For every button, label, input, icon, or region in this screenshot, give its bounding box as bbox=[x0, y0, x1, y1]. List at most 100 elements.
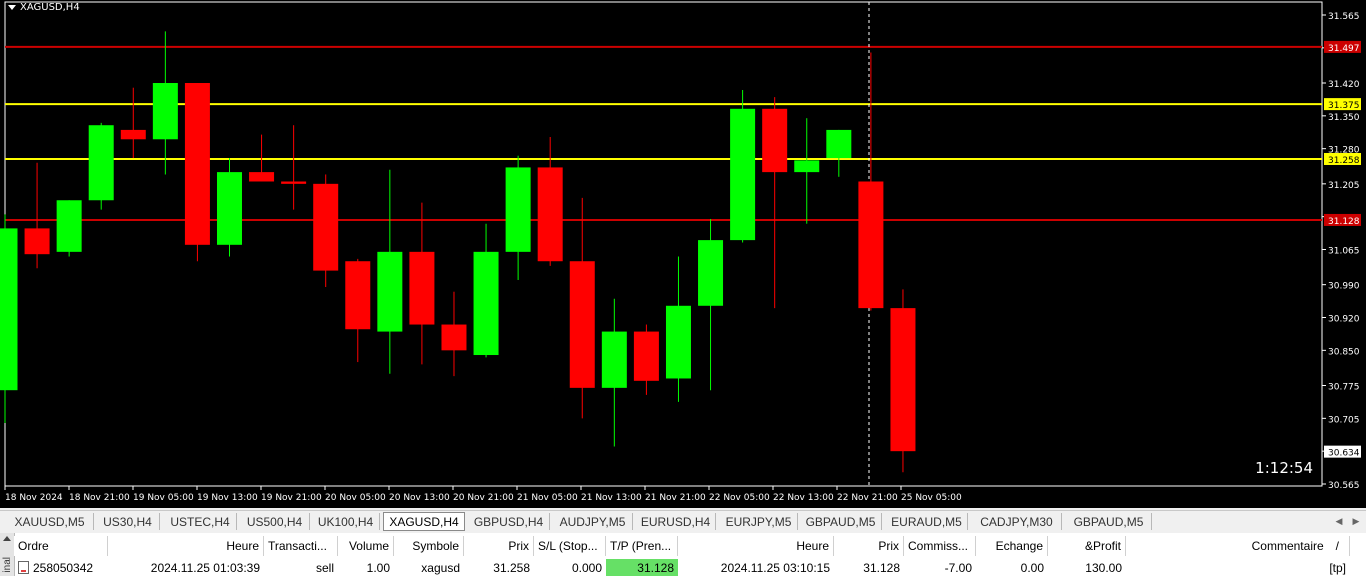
bull-candle-body[interactable] bbox=[826, 129, 852, 159]
terminal-collapse-icon[interactable] bbox=[3, 536, 11, 541]
trade-row-close-price[interactable]: 31.128 bbox=[834, 559, 904, 576]
bear-candle-body[interactable] bbox=[890, 308, 916, 452]
chart-symbol-label: XAGUSD,H4 bbox=[20, 2, 80, 13]
price-tick-label: 30.565 bbox=[1328, 481, 1360, 491]
bull-candle-body[interactable] bbox=[698, 240, 724, 306]
time-tick-label: 22 Nov 21:00 bbox=[837, 493, 898, 503]
trade-row-order[interactable]: 258050342 bbox=[14, 559, 108, 576]
trade-row-tp[interactable]: 31.128 bbox=[606, 559, 678, 576]
time-tick-label: 18 Nov 21:00 bbox=[69, 493, 130, 503]
time-tick-label: 20 Nov 13:00 bbox=[389, 493, 450, 503]
bear-candle-body[interactable] bbox=[537, 167, 563, 262]
trade-row-close-time[interactable]: 2024.11.25 03:10:15 bbox=[678, 559, 834, 576]
bear-candle-body[interactable] bbox=[184, 83, 210, 245]
symbol-tab-gbpusd-h4[interactable]: GBPUSD,H4 bbox=[468, 513, 550, 530]
column-header-symbol[interactable]: Symbole bbox=[394, 536, 464, 556]
bull-candle-body[interactable] bbox=[88, 125, 114, 201]
bull-candle-body[interactable] bbox=[216, 172, 242, 245]
symbol-tab-gbpaud-m5[interactable]: GBPAUD,M5 bbox=[800, 513, 882, 530]
symbol-tab-euraud-m5[interactable]: EURAUD,M5 bbox=[886, 513, 968, 530]
column-header-sl[interactable]: S/L (Stop... bbox=[534, 536, 606, 556]
trade-row-commission[interactable]: -7.00 bbox=[904, 559, 976, 576]
terminal-side-label: inal bbox=[2, 557, 13, 573]
bull-candle-body[interactable] bbox=[56, 200, 82, 252]
bear-candle-body[interactable] bbox=[409, 251, 435, 325]
column-header-open-price[interactable]: Prix bbox=[464, 536, 534, 556]
column-header-tp[interactable]: T/P (Pren... bbox=[606, 536, 678, 556]
time-tick-label: 18 Nov 2024 bbox=[5, 493, 63, 503]
symbol-tab-cadjpy-m30[interactable]: CADJPY,M30 bbox=[972, 513, 1062, 530]
symbol-tab-xagusd-h4[interactable]: XAGUSD,H4 bbox=[383, 512, 465, 531]
bear-candle-body[interactable] bbox=[569, 261, 595, 388]
closed-order-icon bbox=[18, 561, 29, 574]
trade-row-comment[interactable]: [tp] bbox=[1126, 559, 1350, 576]
column-header-profit[interactable]: &Profit bbox=[1048, 536, 1126, 556]
column-header-comment[interactable]: Commentaire / bbox=[1126, 536, 1350, 556]
tab-scroll-right-icon[interactable]: ▶ bbox=[1349, 514, 1363, 528]
trade-row-open-time[interactable]: 2024.11.25 01:03:39 bbox=[108, 559, 264, 576]
time-tick-label: 19 Nov 13:00 bbox=[197, 493, 258, 503]
column-header-order[interactable]: Ordre bbox=[14, 536, 108, 556]
terminal-panel: inal Ordre Heure Transacti... Volume Symbole… bbox=[0, 533, 1366, 576]
cell-value: 0.00 bbox=[1020, 560, 1044, 575]
cell-value: 2024.11.25 01:03:39 bbox=[150, 560, 260, 575]
tab-scroll-left-icon[interactable]: ◀ bbox=[1332, 514, 1346, 528]
trade-row-symbol[interactable]: xagusd bbox=[394, 559, 464, 576]
column-header-commission[interactable]: Commiss... bbox=[904, 536, 976, 556]
bear-candle-body[interactable] bbox=[858, 181, 884, 309]
bull-candle-body[interactable] bbox=[665, 305, 691, 379]
symbol-tab-eurusd-h4[interactable]: EURUSD,H4 bbox=[636, 513, 716, 530]
bull-candle-body[interactable] bbox=[152, 83, 178, 140]
symbol-tab-ustec-h4[interactable]: USTEC,H4 bbox=[164, 513, 237, 530]
bear-candle-body[interactable] bbox=[120, 129, 146, 140]
symbol-tab-xauusd-m5[interactable]: XAUUSD,M5 bbox=[6, 513, 94, 530]
cell-value: 130.00 bbox=[1085, 560, 1122, 575]
symbol-tab-gbpaud-m5[interactable]: GBPAUD,M5 bbox=[1066, 513, 1152, 530]
bull-candle-body[interactable] bbox=[601, 331, 627, 388]
candlestick-chart[interactable]: 31.56531.49531.42031.35031.28031.20531.1… bbox=[0, 0, 1366, 508]
bull-candle-body[interactable] bbox=[473, 251, 499, 356]
column-header-close-time[interactable]: Heure bbox=[678, 536, 834, 556]
bear-candle-body[interactable] bbox=[24, 228, 50, 255]
symbol-tab-audjpy-m5[interactable]: AUDJPY,M5 bbox=[553, 513, 633, 530]
price-chart[interactable]: 31.56531.49531.42031.35031.28031.20531.1… bbox=[0, 0, 1366, 508]
price-tick-label: 31.065 bbox=[1328, 247, 1360, 257]
bull-candle-body[interactable] bbox=[505, 167, 531, 252]
column-header-label: Prix bbox=[878, 539, 899, 553]
time-tick-label: 21 Nov 13:00 bbox=[581, 493, 642, 503]
column-header-volume[interactable]: Volume bbox=[338, 536, 394, 556]
bear-candle-body[interactable] bbox=[345, 261, 371, 330]
trade-row-swap[interactable]: 0.00 bbox=[976, 559, 1048, 576]
chart-menu-triangle-icon[interactable] bbox=[8, 4, 16, 10]
bull-candle-body[interactable] bbox=[0, 228, 18, 391]
bull-candle-body[interactable] bbox=[730, 108, 756, 241]
trade-row-type[interactable]: sell bbox=[264, 559, 338, 576]
bear-candle-body[interactable] bbox=[249, 172, 275, 182]
trade-row-sl[interactable]: 0.000 bbox=[534, 559, 606, 576]
symbol-tab-us30-h4[interactable]: US30,H4 bbox=[96, 513, 160, 530]
column-header-label: Volume bbox=[348, 539, 389, 553]
symbol-tab-us500-h4[interactable]: US500,H4 bbox=[240, 513, 310, 530]
column-header-type[interactable]: Transacti... bbox=[264, 536, 338, 556]
terminal-side-bar[interactable]: inal bbox=[0, 533, 15, 576]
level-price-label: 31.128 bbox=[1328, 217, 1360, 227]
cell-value: xagusd bbox=[421, 560, 460, 575]
column-header-swap[interactable]: Echange bbox=[976, 536, 1048, 556]
bear-candle-body[interactable] bbox=[441, 324, 467, 351]
column-header-close-price[interactable]: Prix bbox=[834, 536, 904, 556]
column-header-label: S/L (Stop... bbox=[538, 539, 598, 553]
cell-value: 0.000 bbox=[571, 560, 602, 575]
symbol-tab-eurjpy-m5[interactable]: EURJPY,M5 bbox=[720, 513, 798, 530]
symbol-tab-uk100-h4[interactable]: UK100,H4 bbox=[312, 513, 380, 530]
column-header-open-time[interactable]: Heure bbox=[108, 536, 264, 556]
trade-row-volume[interactable]: 1.00 bbox=[338, 559, 394, 576]
bull-candle-body[interactable] bbox=[377, 251, 403, 332]
cell-value: sell bbox=[315, 560, 334, 575]
trade-row-open-price[interactable]: 31.258 bbox=[464, 559, 534, 576]
bear-candle-body[interactable] bbox=[762, 108, 788, 173]
bear-candle-body[interactable] bbox=[313, 183, 339, 271]
bear-candle-body[interactable] bbox=[633, 331, 659, 381]
bull-candle-body[interactable] bbox=[794, 160, 820, 173]
bear-candle-body[interactable] bbox=[281, 181, 307, 184]
trade-row-profit[interactable]: 130.00 bbox=[1048, 559, 1126, 576]
